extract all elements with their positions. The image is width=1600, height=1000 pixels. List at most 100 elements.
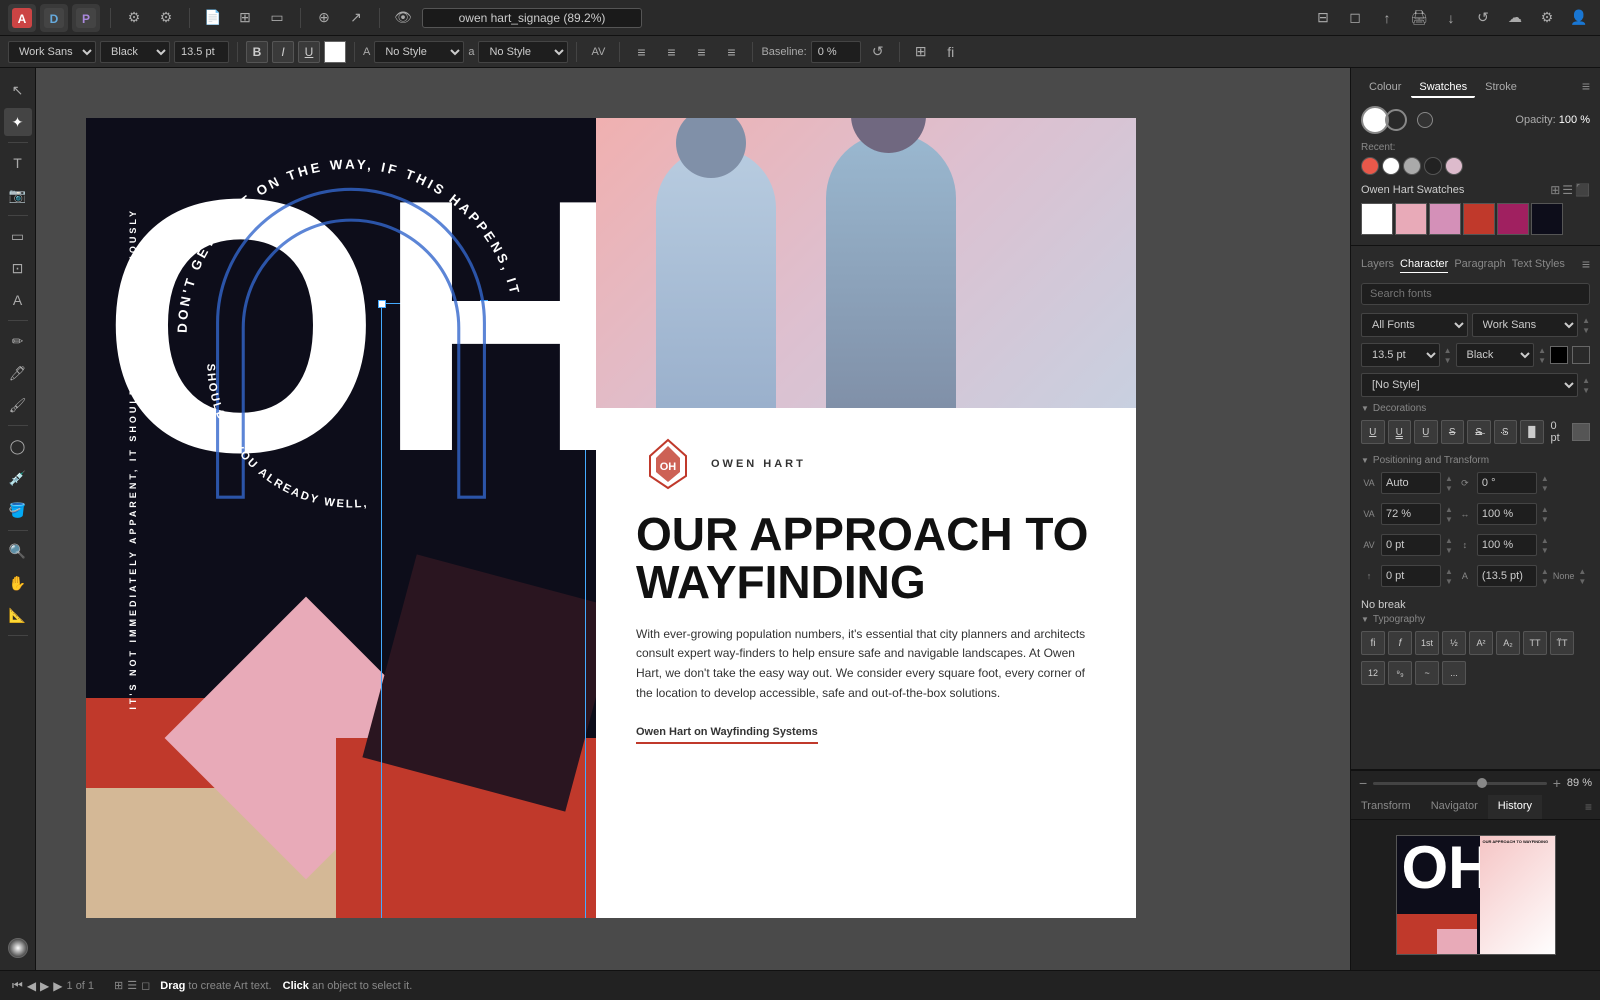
kern-up[interactable]: ▲ xyxy=(1445,536,1453,545)
all-fonts-select[interactable]: All Fonts xyxy=(1361,313,1468,337)
fractions-btn[interactable]: ½ xyxy=(1442,631,1466,655)
discretionary-btn[interactable]: f xyxy=(1388,631,1412,655)
strikethrough-btn[interactable]: S xyxy=(1441,420,1465,444)
rectangle-tool[interactable]: ▭ xyxy=(4,222,32,250)
ligatures-btn[interactable]: fi xyxy=(1361,631,1385,655)
colour-tab[interactable]: Colour xyxy=(1361,78,1409,98)
export-icon[interactable]: ↓ xyxy=(1438,5,1464,31)
lang-down[interactable]: ▼ xyxy=(1578,577,1586,586)
paint-brush-tool[interactable]: 🖌 xyxy=(4,391,32,419)
panel-menu-icon[interactable]: ≡ xyxy=(1582,78,1590,98)
number-pos-btn[interactable]: ⁹₉ xyxy=(1388,661,1412,685)
page-mode-icon[interactable]: ☰ xyxy=(127,979,137,992)
strikethrough-double-btn[interactable]: S̶ xyxy=(1467,420,1491,444)
swatches-tab[interactable]: Swatches xyxy=(1411,78,1475,98)
font-weight-select[interactable]: Black xyxy=(100,41,170,63)
history-tab[interactable]: History xyxy=(1488,795,1542,819)
zoom-tool[interactable]: 🔍 xyxy=(4,537,32,565)
transform-tab[interactable]: Transform xyxy=(1351,795,1421,819)
pan-tool[interactable]: ✋ xyxy=(4,569,32,597)
prev-page-btn[interactable]: ◀ xyxy=(27,979,36,993)
frame-icon[interactable]: ⊕ xyxy=(311,5,337,31)
place-icon[interactable]: ↗ xyxy=(343,5,369,31)
kern-input[interactable] xyxy=(1381,534,1441,556)
bshift-down[interactable]: ▼ xyxy=(1445,577,1453,586)
align-right-icon[interactable]: ≡ xyxy=(688,39,714,65)
size-up-arrow[interactable]: ▲ xyxy=(1444,346,1452,355)
bottom-panel-menu-icon[interactable]: ≡ xyxy=(1577,795,1600,819)
node-tool[interactable]: ✦ xyxy=(4,108,32,136)
style-up-arrow[interactable]: ▲ xyxy=(1582,376,1590,385)
recent-swatch-3[interactable] xyxy=(1424,157,1442,175)
lang-up[interactable]: ▲ xyxy=(1578,567,1586,576)
highlight-btn[interactable]: █ xyxy=(1520,420,1544,444)
underline-button[interactable]: U xyxy=(298,41,320,63)
font-family-select[interactable]: Work Sans xyxy=(8,41,96,63)
recent-swatch-1[interactable] xyxy=(1382,157,1400,175)
strikethrough-dotted-btn[interactable]: S xyxy=(1494,420,1518,444)
recent-swatch-4[interactable] xyxy=(1445,157,1463,175)
stroke-circle[interactable] xyxy=(1385,109,1407,131)
frame-text-tool[interactable]: ⊡ xyxy=(4,254,32,282)
ordinals-btn[interactable]: 1st xyxy=(1415,631,1439,655)
shape-tool[interactable]: ◯ xyxy=(4,432,32,460)
text-options-icon[interactable]: ⊞ xyxy=(908,39,934,65)
affinity-designer-icon[interactable]: D xyxy=(40,4,68,32)
document-icon[interactable]: 📄 xyxy=(200,5,226,31)
align-center-icon[interactable]: ≡ xyxy=(658,39,684,65)
settings-icon-2[interactable]: ⚙ xyxy=(153,5,179,31)
color-down-arrow[interactable]: ▼ xyxy=(1538,356,1546,365)
fill-tool[interactable]: 🪣 xyxy=(4,496,32,524)
size-s-down[interactable]: ▼ xyxy=(1541,577,1549,586)
font-size-input[interactable] xyxy=(174,41,229,63)
stroke-tab[interactable]: Stroke xyxy=(1477,78,1525,98)
no-color-swatch[interactable] xyxy=(1572,346,1590,364)
size-s-up[interactable]: ▲ xyxy=(1541,567,1549,576)
font-size-small-input[interactable] xyxy=(1477,565,1537,587)
bold-button[interactable]: B xyxy=(246,41,268,63)
grid-view-icon[interactable]: ⊞ xyxy=(1550,183,1560,197)
list-view-icon[interactable]: ☰ xyxy=(1562,183,1573,197)
zoom-minus-btn[interactable]: − xyxy=(1359,775,1367,791)
place-tool[interactable]: 📷 xyxy=(4,181,32,209)
swatch-dark-pink[interactable] xyxy=(1497,203,1529,235)
baseline-input[interactable] xyxy=(811,41,861,63)
share-icon[interactable]: ↑ xyxy=(1374,5,1400,31)
pen-tool[interactable]: 🖊 xyxy=(4,359,32,387)
color-up-arrow[interactable]: ▲ xyxy=(1538,346,1546,355)
italic-button[interactable]: I xyxy=(272,41,294,63)
sync-icon[interactable]: ↺ xyxy=(1470,5,1496,31)
width-up[interactable]: ▲ xyxy=(1541,505,1549,514)
size-down-arrow[interactable]: ▼ xyxy=(1444,356,1452,365)
underline-style-btn[interactable]: U xyxy=(1361,420,1385,444)
page-preview-icon[interactable]: ◻ xyxy=(141,979,150,992)
height-up[interactable]: ▲ xyxy=(1541,536,1549,545)
view-icon[interactable]: ⊟ xyxy=(1310,5,1336,31)
affinity-publisher-icon[interactable]: A xyxy=(8,4,36,32)
navigator-tab[interactable]: Navigator xyxy=(1421,795,1488,819)
height-down[interactable]: ▼ xyxy=(1541,546,1549,555)
number-style-btn[interactable]: 12 xyxy=(1361,661,1385,685)
preview-icon[interactable]: 👁 xyxy=(390,5,416,31)
play-btn[interactable]: ▶ xyxy=(40,979,49,993)
zoom-slider[interactable] xyxy=(1373,782,1547,785)
pencil-tool[interactable]: ✏ xyxy=(4,327,32,355)
va-auto-up[interactable]: ▲ xyxy=(1445,474,1453,483)
font-size-select[interactable]: 13.5 pt xyxy=(1361,343,1440,367)
layout-icon[interactable]: ▭ xyxy=(264,5,290,31)
next-page-btn[interactable]: ▶ xyxy=(53,979,62,993)
recent-swatch-0[interactable] xyxy=(1361,157,1379,175)
kerning-icon[interactable]: AV xyxy=(585,39,611,65)
align-justify-icon[interactable]: ≡ xyxy=(718,39,744,65)
swash-btn[interactable]: ~ xyxy=(1415,661,1439,685)
profile-icon[interactable]: 👤 xyxy=(1566,5,1592,31)
char-font-family-select[interactable]: Work Sans xyxy=(1472,313,1579,337)
offset-color-swatch[interactable] xyxy=(1572,423,1590,441)
leading-down[interactable]: ▼ xyxy=(1445,515,1453,524)
va-auto-down[interactable]: ▼ xyxy=(1445,484,1453,493)
height-pct-input[interactable] xyxy=(1477,534,1537,556)
ligature-icon[interactable]: fi xyxy=(938,39,964,65)
affinity-photo-icon[interactable]: P xyxy=(72,4,100,32)
titling-btn[interactable]: TT xyxy=(1523,631,1547,655)
baseline-shift-input[interactable] xyxy=(1381,565,1441,587)
